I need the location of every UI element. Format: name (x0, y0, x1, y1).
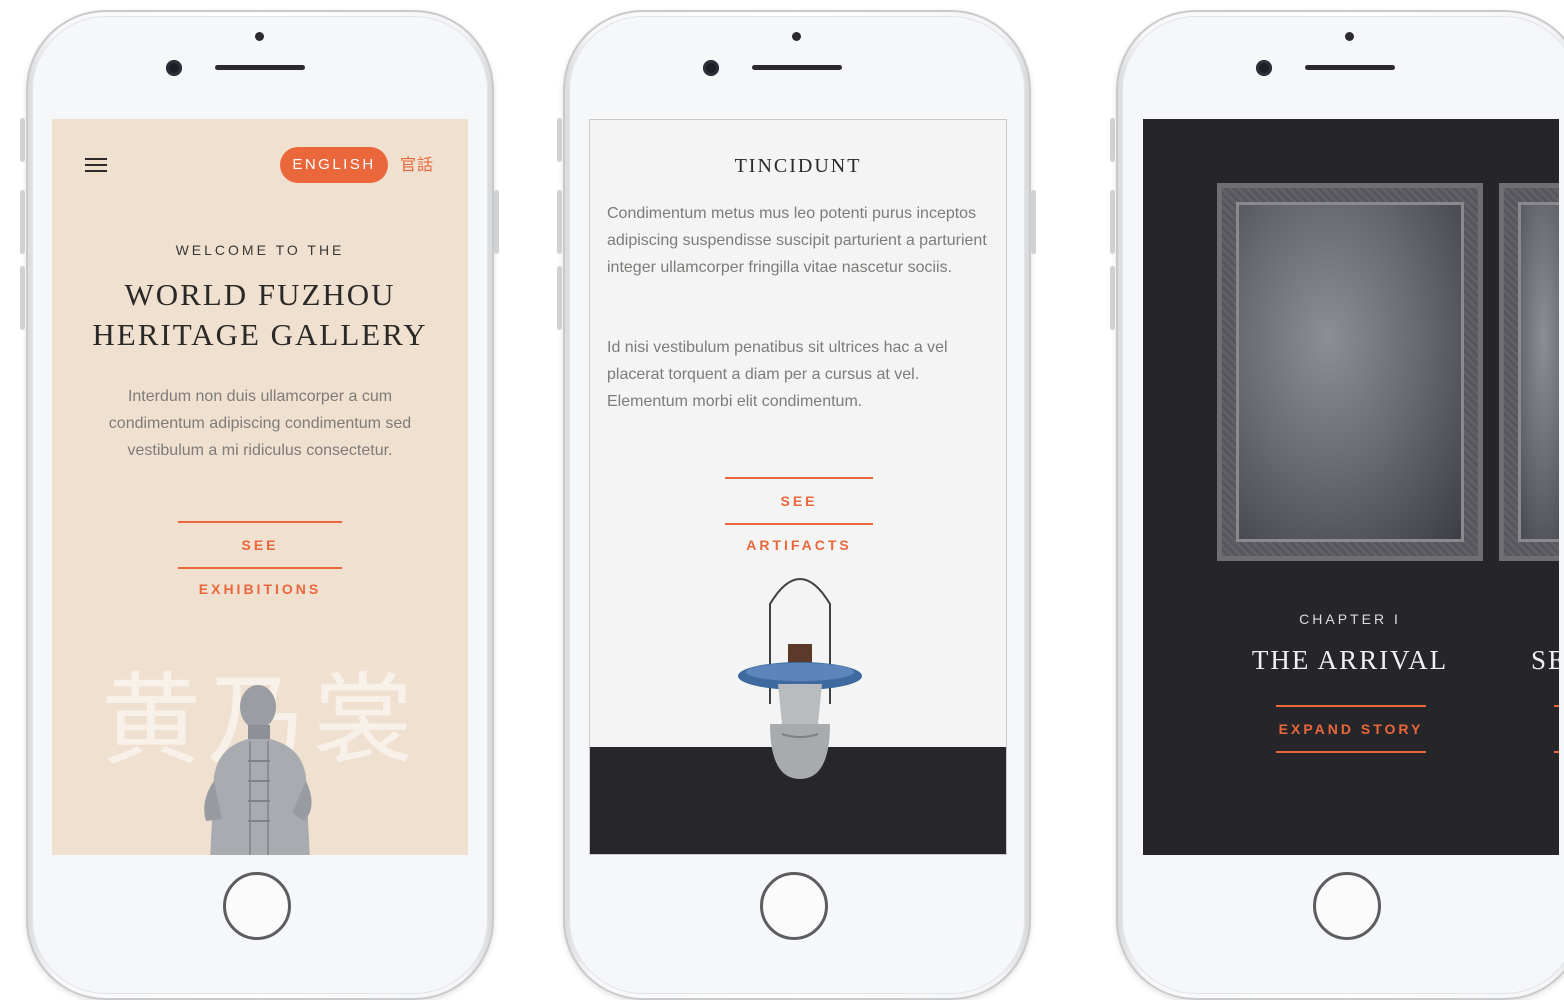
side-button (1110, 190, 1115, 254)
side-button (1110, 266, 1115, 330)
chapter-title: THE ARRIVAL (1251, 645, 1449, 675)
next-chapter-title-partial: SE (1531, 645, 1559, 675)
home-button-icon[interactable] (223, 872, 291, 940)
side-button (20, 266, 25, 330)
front-camera (166, 60, 182, 76)
see-exhibitions-button[interactable]: SEE EXHIBITIONS (178, 521, 342, 597)
chapter-2-image-partial (1499, 183, 1559, 561)
screen-chapters: CHAPTER I THE ARRIVAL SE EXPAND STORY (1143, 119, 1559, 855)
intro-paragraph: Interdum non duis ullamcorper a cum cond… (108, 388, 412, 459)
side-button (494, 190, 499, 254)
statue-image (204, 685, 312, 855)
front-sensor (255, 32, 264, 41)
phone-frame-2: TINCIDUNT Condimentum metus mus leo pote… (557, 10, 1036, 1000)
earpiece-speaker (752, 65, 842, 70)
screen-artifacts: TINCIDUNT Condimentum metus mus leo pote… (589, 119, 1007, 855)
home-button-icon[interactable] (760, 872, 828, 940)
chapter-1-map-image (1217, 183, 1483, 561)
gallery-title-line1: WORLD FUZHOU (124, 277, 396, 312)
screen-welcome: ENGLISH 官話 WELCOME TO THE WORLD FUZHOU H… (52, 119, 468, 855)
artifacts-paragraph-1: Condimentum metus mus leo potenti purus … (607, 205, 987, 276)
hamburger-menu-icon[interactable] (85, 158, 107, 174)
phone-frame-1: ENGLISH 官話 WELCOME TO THE WORLD FUZHOU H… (20, 10, 499, 1000)
lantern-image (738, 578, 862, 779)
side-button (557, 118, 562, 162)
side-button (1031, 190, 1036, 254)
front-camera (1256, 60, 1272, 76)
section-heading: TINCIDUNT (734, 155, 862, 177)
artifacts-paragraph-2: Id nisi vestibulum penatibus sit ultrice… (607, 339, 948, 410)
welcome-eyebrow: WELCOME TO THE (175, 242, 345, 258)
side-button (20, 118, 25, 162)
chapter-label: CHAPTER I (1299, 611, 1401, 627)
gallery-title-line2: HERITAGE GALLERY (92, 317, 428, 352)
next-cta-partial (1554, 705, 1559, 753)
earpiece-speaker (215, 65, 305, 70)
expand-story-button[interactable]: EXPAND STORY (1276, 705, 1426, 753)
side-button (20, 190, 25, 254)
front-camera (703, 60, 719, 76)
side-button (1110, 118, 1115, 162)
map-inner-panel (1236, 202, 1464, 542)
see-artifacts-button[interactable]: SEE ARTIFACTS (725, 477, 873, 553)
earpiece-speaker (1305, 65, 1395, 70)
phone-frame-3: CHAPTER I THE ARRIVAL SE EXPAND STORY (1110, 10, 1564, 1000)
map-inner-panel (1518, 202, 1559, 542)
language-mandarin-button[interactable]: 官話 (400, 147, 434, 183)
language-english-button[interactable]: ENGLISH (280, 147, 388, 183)
front-sensor (1345, 32, 1354, 41)
side-button (557, 190, 562, 254)
side-button (557, 266, 562, 330)
front-sensor (792, 32, 801, 41)
home-button-icon[interactable] (1313, 872, 1381, 940)
